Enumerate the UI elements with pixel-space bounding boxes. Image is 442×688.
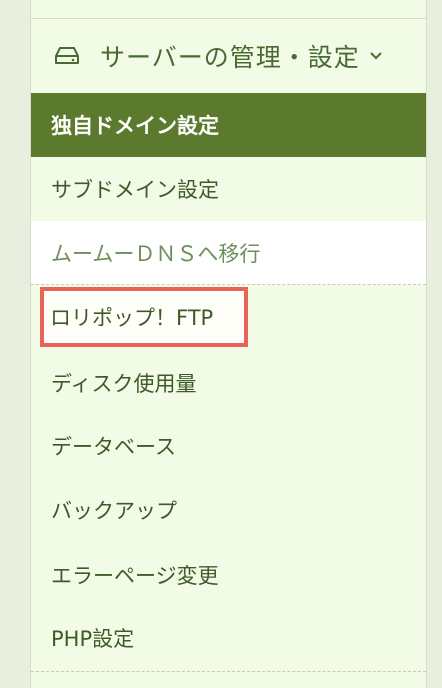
chevron-down-icon[interactable] (369, 51, 383, 61)
menu-item-label: バックアップ (51, 499, 177, 523)
menu-item-muumuu-dns[interactable]: ムームーＤＮＳへ移行 (31, 221, 426, 285)
hard-drive-icon (55, 47, 79, 64)
bottom-divider (31, 671, 426, 672)
menu-item-label: 独自ドメイン設定 (51, 114, 219, 138)
menu-item-label: ムームーＤＮＳへ移行 (51, 241, 261, 266)
menu-item-lolipop-ftp[interactable]: ロリポップ！FTP (31, 287, 426, 347)
server-settings-panel: サーバーの管理・設定 独自ドメイン設定 サブドメイン設定 ムームーＤＮＳへ移行 … (30, 0, 427, 688)
menu-item-label: ロリポップ！FTP (50, 306, 214, 330)
menu-item-subdomain[interactable]: サブドメイン設定 (31, 157, 426, 221)
menu-item-backup[interactable]: バックアップ (31, 478, 426, 542)
menu-item-label: エラーページ変更 (51, 564, 219, 588)
menu-item-disk-usage[interactable]: ディスク使用量 (31, 351, 426, 415)
menu-item-error-page[interactable]: エラーページ変更 (31, 543, 426, 607)
menu-item-label: サブドメイン設定 (51, 178, 219, 202)
menu-item-custom-domain[interactable]: 独自ドメイン設定 (31, 93, 426, 157)
menu-item-database[interactable]: データベース (31, 414, 426, 478)
menu-item-php-settings[interactable]: PHP設定 (31, 606, 426, 670)
menu-item-label: データベース (51, 435, 176, 459)
menu-item-label: ディスク使用量 (51, 372, 197, 396)
menu-item-label: PHP設定 (51, 627, 135, 651)
server-settings-header[interactable]: サーバーの管理・設定 (31, 19, 426, 93)
section-title: サーバーの管理・設定 (100, 43, 360, 72)
